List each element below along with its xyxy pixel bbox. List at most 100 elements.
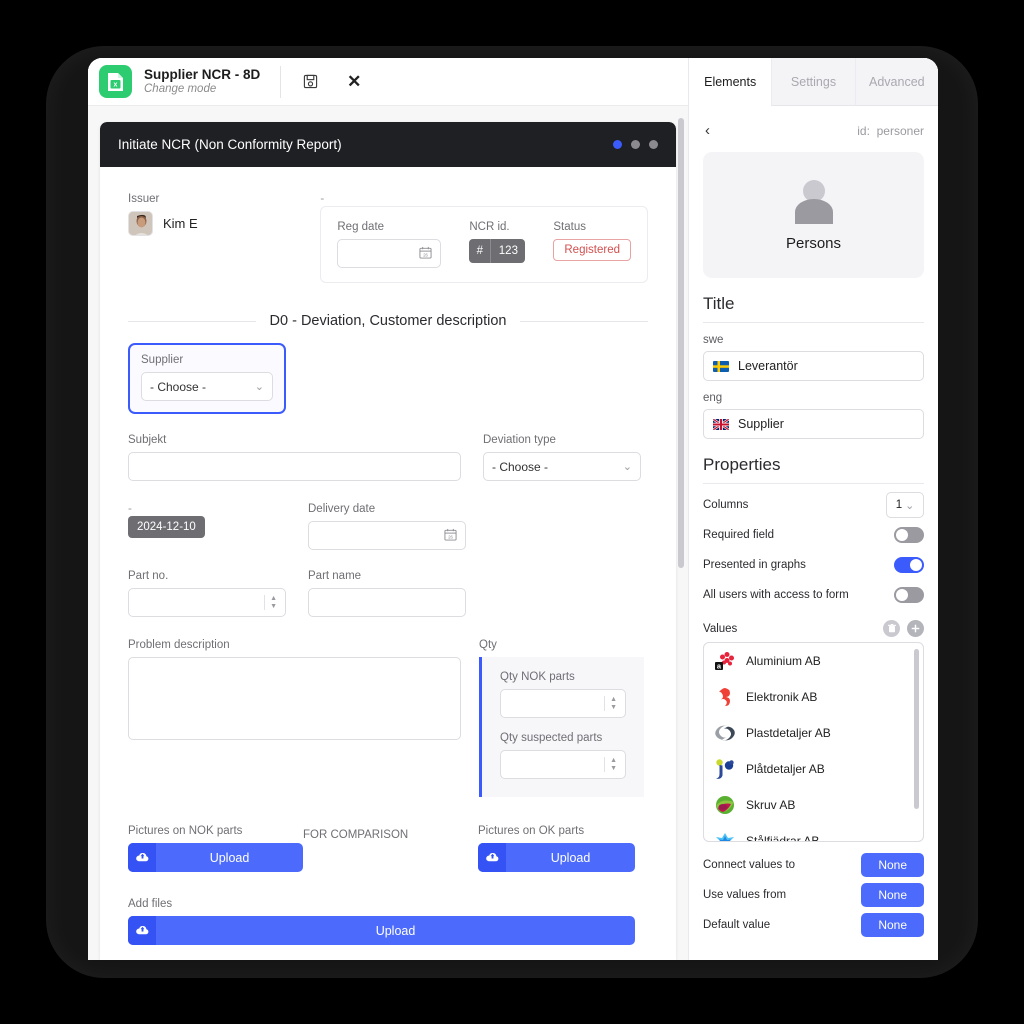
prop-presented-in-graphs: Presented in graphs: [703, 550, 924, 580]
calendar-icon[interactable]: 26: [419, 246, 432, 262]
ncr-id-field: NCR id. # 123: [469, 221, 526, 268]
trash-icon[interactable]: [883, 620, 900, 637]
title-swe-input[interactable]: Leverantör: [703, 351, 924, 381]
step-dot-1[interactable]: [613, 140, 622, 149]
number-stepper[interactable]: ▲ ▼: [264, 595, 277, 610]
list-item-label: Skruv AB: [746, 798, 796, 812]
tab-settings[interactable]: Settings: [771, 58, 855, 106]
element-id-prefix: id:: [857, 124, 870, 138]
chevron-down-icon: ⌄: [905, 499, 915, 512]
toggle-knob: [896, 589, 908, 601]
pictures-nok-block: Pictures on NOK parts Upload: [128, 825, 303, 872]
tab-advanced-label: Advanced: [869, 74, 925, 89]
elektronik-ab-logo: [714, 686, 736, 708]
supplier-select[interactable]: - Choose - ⌄: [141, 372, 273, 401]
element-preview-card[interactable]: Persons: [703, 152, 924, 278]
pictures-nok-label: Pictures on NOK parts: [128, 825, 243, 837]
meta-dash-label: -: [320, 193, 325, 205]
list-item-label: Plåtdetaljer AB: [746, 762, 825, 776]
calendar-icon[interactable]: 26: [444, 528, 457, 544]
connect-values-row: Connect values to None: [703, 850, 924, 880]
platdetaljer-ab-logo: [714, 758, 736, 780]
list-item[interactable]: Skruv AB: [704, 787, 923, 823]
list-item[interactable]: Stålfjädrar AB: [704, 823, 923, 841]
qty-nok-label: Qty NOK parts: [500, 671, 575, 683]
qty-nok-input[interactable]: ▲ ▼: [500, 689, 626, 718]
form-body: Issuer Kim E - Reg date 26 NCR id. # 123…: [100, 167, 676, 945]
columns-select[interactable]: 1 ⌄: [886, 492, 924, 518]
use-values-button[interactable]: None: [861, 883, 924, 907]
window-title: Supplier NCR - 8D: [144, 66, 261, 82]
element-id-value: personer: [876, 124, 924, 138]
upload-ok-button[interactable]: Upload: [478, 843, 635, 872]
pictures-row: Pictures on NOK parts Upload FOR COMPARI…: [128, 825, 648, 872]
person-icon: [788, 178, 840, 229]
columns-value: 1: [895, 499, 903, 511]
close-button[interactable]: ✕: [339, 67, 369, 97]
problem-description-label: Problem description: [128, 639, 230, 651]
delivery-date-input[interactable]: 26: [308, 521, 466, 550]
upload-addfiles-button[interactable]: Upload: [128, 916, 635, 945]
list-item[interactable]: a Aluminium AB: [704, 643, 923, 679]
step-dots: [613, 140, 658, 149]
all-users-access-toggle[interactable]: [894, 587, 924, 603]
tab-elements[interactable]: Elements: [689, 58, 772, 106]
chevron-left-icon[interactable]: ‹: [703, 122, 714, 141]
ncr-id-label: NCR id.: [469, 221, 510, 233]
save-button[interactable]: [295, 67, 325, 97]
main-scrollbar[interactable]: [678, 118, 684, 568]
reg-date-label: Reg date: [337, 221, 385, 233]
values-list-scrollbar[interactable]: [914, 649, 919, 809]
supplier-value: - Choose -: [150, 379, 207, 394]
window-title-block: Supplier NCR - 8D Change mode: [144, 67, 260, 97]
number-stepper[interactable]: ▲ ▼: [604, 696, 617, 711]
supplier-field-highlighted[interactable]: Supplier - Choose - ⌄: [128, 343, 286, 414]
plus-icon[interactable]: [907, 620, 924, 637]
tab-settings-label: Settings: [790, 74, 837, 89]
qty-suspected-input[interactable]: ▲ ▼: [500, 750, 626, 779]
section-d0: D0 - Deviation, Customer description: [128, 313, 648, 329]
problem-description-input[interactable]: [128, 657, 461, 740]
prop-columns: Columns 1 ⌄: [703, 490, 924, 520]
plastdetaljer-ab-logo: [714, 722, 736, 744]
values-list[interactable]: a Aluminium AB Elektronik AB Plastdetalj…: [703, 642, 924, 842]
app-window: x Supplier NCR - 8D Change mode ✕ Initia…: [88, 58, 688, 960]
list-item[interactable]: Plastdetaljer AB: [704, 715, 923, 751]
presented-in-graphs-toggle[interactable]: [894, 557, 924, 573]
step-dot-3[interactable]: [649, 140, 658, 149]
section-d0-title: D0 - Deviation, Customer description: [269, 313, 507, 329]
default-value-label: Default value: [703, 919, 771, 931]
default-value-button[interactable]: None: [861, 913, 924, 937]
number-stepper[interactable]: ▲ ▼: [604, 757, 617, 772]
part-no-input[interactable]: ▲ ▼: [128, 588, 286, 617]
part-name-input[interactable]: [308, 588, 466, 617]
pictures-ok-block: Pictures on OK parts Upload: [478, 825, 635, 872]
chevron-down-icon: ⌄: [254, 381, 264, 393]
default-value-row: Default value None: [703, 910, 924, 940]
prop-columns-label: Columns: [703, 499, 749, 511]
required-field-toggle[interactable]: [894, 527, 924, 543]
upload-nok-button[interactable]: Upload: [128, 843, 303, 872]
tab-advanced[interactable]: Advanced: [854, 58, 938, 106]
list-item[interactable]: Elektronik AB: [704, 679, 923, 715]
title-eng-input[interactable]: Supplier: [703, 409, 924, 439]
values-label: Values: [703, 622, 738, 635]
reg-date-chip: 2024-12-10: [128, 516, 205, 538]
aluminium-ab-logo: a: [714, 650, 736, 672]
deviation-type-select[interactable]: - Choose - ⌄: [483, 452, 641, 481]
part-name-field: Part name: [308, 570, 466, 617]
title-eng-label: eng: [703, 392, 723, 404]
reg-date-input[interactable]: 26: [337, 239, 442, 268]
issuer-block: Issuer Kim E: [128, 193, 320, 283]
list-item[interactable]: Plåtdetaljer AB: [704, 751, 923, 787]
subjekt-input[interactable]: [128, 452, 461, 481]
toggle-knob: [910, 559, 922, 571]
step-dot-2[interactable]: [631, 140, 640, 149]
status-field: Status Registered: [553, 221, 631, 268]
connect-values-button[interactable]: None: [861, 853, 924, 877]
qty-panel: Qty NOK parts ▲ ▼ Qty suspected parts ▲ ▼: [479, 657, 644, 797]
upload-addfiles-label: Upload: [375, 923, 416, 938]
part-no-label: Part no.: [128, 570, 169, 582]
prop-presented-in-graphs-label: Presented in graphs: [703, 559, 806, 571]
cloud-upload-icon: [128, 916, 156, 945]
